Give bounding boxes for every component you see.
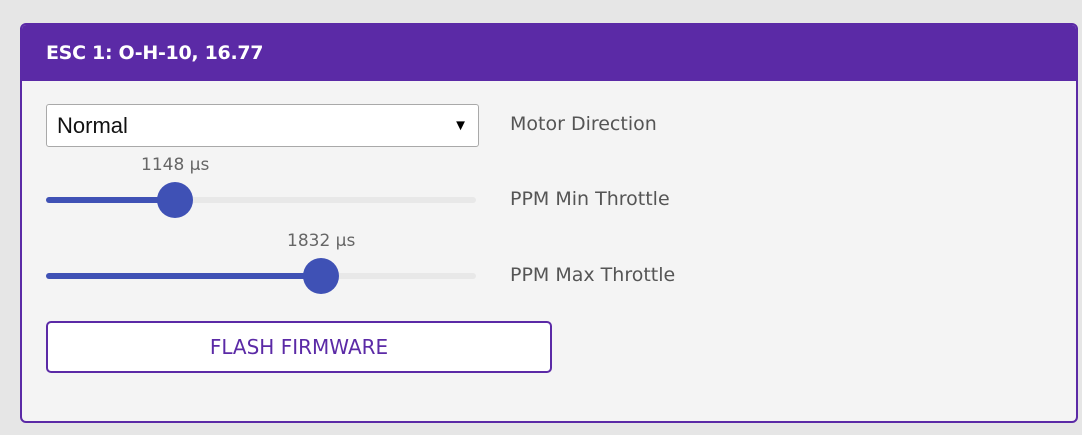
ppm-min-value: 1148 µs [141,155,210,175]
ppm-max-slider-fill [46,273,321,279]
ppm-min-slider-fill [46,197,175,203]
ppm-max-value: 1832 µs [287,231,356,251]
ppm-max-slider-handle[interactable] [303,258,339,294]
page-background: ESC 1: O-H-10, 16.77 Normal ▼ Motor Dire… [0,0,1082,435]
esc-title: ESC 1: O-H-10, 16.77 [22,25,1076,81]
ppm-min-slider-handle[interactable] [157,182,193,218]
esc-panel: ESC 1: O-H-10, 16.77 Normal ▼ Motor Dire… [20,23,1078,423]
ppm-max-slider[interactable] [46,258,476,294]
motor-direction-value: Normal [57,113,128,138]
ppm-min-label: PPM Min Throttle [510,188,670,210]
flash-firmware-button[interactable]: FLASH FIRMWARE [46,321,552,373]
motor-direction-select[interactable]: Normal ▼ [46,104,479,147]
ppm-max-label: PPM Max Throttle [510,264,676,286]
ppm-min-slider[interactable] [46,182,476,218]
motor-direction-label: Motor Direction [510,113,657,135]
dropdown-arrow-icon: ▼ [453,117,468,134]
